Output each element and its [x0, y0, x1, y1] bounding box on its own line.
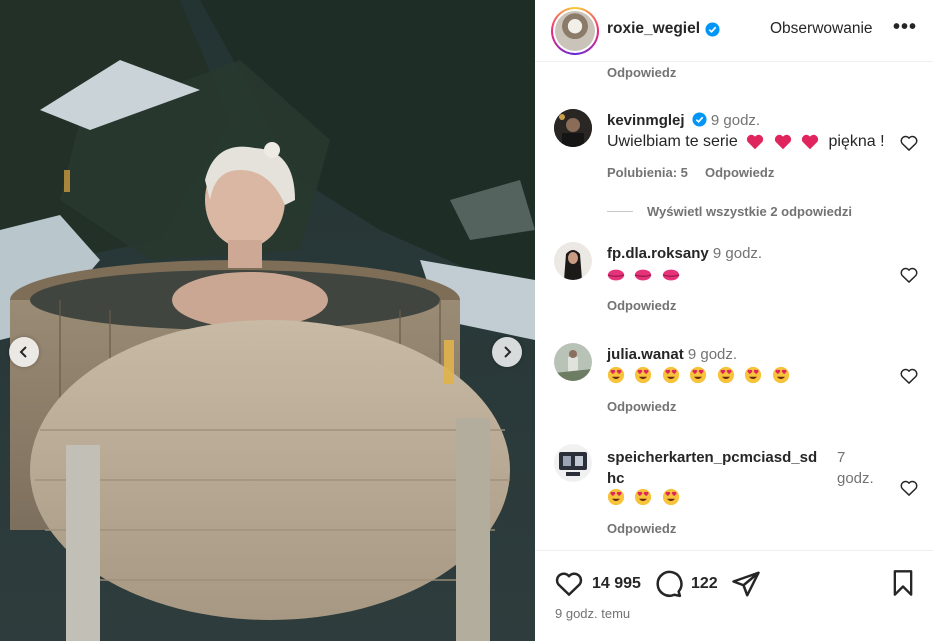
comment-time-line1: 7	[837, 449, 846, 466]
hot-tub-photo	[0, 0, 535, 641]
heart-eyes-emoji-icon	[745, 366, 762, 384]
heart-eyes-emoji-icon	[635, 366, 652, 384]
comment-text	[607, 266, 685, 284]
heart-eyes-emoji-icon	[635, 488, 652, 506]
kiss-lips-emoji-icon	[635, 269, 652, 281]
more-options-icon[interactable]: •••	[893, 17, 917, 37]
comment-time: 9 godz.	[710, 112, 761, 129]
view-replies-toggle[interactable]: Wyświetl wszystkie 2 odpowiedzi	[607, 204, 852, 219]
kiss-lips-emoji-icon	[607, 269, 625, 281]
comment-username-row: julia.wanat 9 godz.	[607, 346, 737, 363]
comment-username[interactable]: julia.wanat	[607, 346, 684, 363]
divider	[607, 211, 633, 212]
heart-eyes-emoji-icon	[662, 366, 680, 384]
comments-count: 122	[691, 575, 718, 592]
heart-outline-icon	[555, 572, 583, 596]
comment-username-line1: speicherkarten_pcmciasd_sd	[607, 449, 818, 466]
heart-emoji-icon	[774, 134, 791, 150]
post-side-panel: roxie_wegiel Obserwowanie ••• Odpowiedz …	[535, 0, 933, 641]
comment-time-line2: godz.	[837, 470, 874, 487]
chevron-left-icon	[19, 346, 27, 358]
heart-emoji-group	[746, 133, 828, 150]
post-header: roxie_wegiel Obserwowanie •••	[535, 0, 933, 62]
comment-post-control[interactable]: 122	[653, 569, 718, 599]
heart-eyes-emoji-icon	[690, 366, 707, 384]
verified-badge-icon	[705, 21, 720, 37]
heart-eyes-emoji-icon	[607, 366, 625, 384]
comment-username-row: fp.dla.roksany 9 godz.	[607, 245, 762, 262]
avatar[interactable]	[554, 343, 592, 381]
heart-emoji-icon	[747, 134, 764, 150]
comment-likes-count[interactable]: Polubienia: 5	[607, 165, 688, 180]
like-comment-heart-icon[interactable]	[899, 265, 919, 285]
comment-text-suffix: piękna !	[828, 133, 885, 151]
post-media[interactable]	[0, 0, 535, 641]
author-username[interactable]: roxie_wegiel	[607, 20, 700, 38]
comments-list[interactable]: Odpowiedz kevinmglej 9 godz. Uwielbiam t…	[535, 62, 933, 550]
instagram-post-window: roxie_wegiel Obserwowanie ••• Odpowiedz …	[0, 0, 933, 641]
comment-text	[607, 488, 685, 506]
like-post-control[interactable]: 14 995	[554, 569, 641, 599]
heart-eyes-emoji-icon	[772, 366, 789, 384]
next-slide-button[interactable]	[492, 337, 522, 367]
view-replies-label: Wyświetl wszystkie 2 odpowiedzi	[647, 204, 852, 219]
like-comment-heart-icon[interactable]	[899, 133, 919, 153]
comment-time: 7 godz.	[837, 447, 874, 489]
comment-username[interactable]: kevinmglej	[607, 112, 685, 129]
reply-link[interactable]: Odpowiedz	[607, 298, 676, 313]
heart-eyes-emoji-icon	[717, 366, 734, 384]
share-paper-plane-icon[interactable]	[731, 569, 761, 599]
kiss-lips-emoji-icon	[662, 269, 680, 281]
comment-username-line2: hc	[607, 470, 625, 487]
comment-text-body: Uwielbiam te serie	[607, 133, 738, 151]
comment-text: Uwielbiam te serie piękna !	[607, 133, 885, 151]
author-name-row: roxie_wegiel	[607, 20, 720, 38]
chevron-right-icon	[504, 346, 512, 358]
post-timestamp[interactable]: 9 godz. temu	[555, 606, 630, 621]
comment-bubble-icon	[656, 570, 683, 598]
avatar[interactable]	[554, 444, 592, 482]
like-comment-heart-icon[interactable]	[899, 366, 919, 386]
reply-link[interactable]: Odpowiedz	[607, 521, 676, 536]
comment-username-row: kevinmglej 9 godz.	[607, 112, 760, 129]
post-action-bar: 14 995 122 9 godz. temu	[535, 550, 933, 641]
like-comment-heart-icon[interactable]	[899, 478, 919, 498]
author-avatar[interactable]	[551, 7, 599, 55]
reply-link[interactable]: Odpowiedz	[705, 165, 774, 180]
heart-emoji-icon	[801, 134, 819, 150]
comment-text	[607, 366, 795, 384]
likes-count: 14 995	[592, 575, 641, 592]
comment-time: 9 godz.	[712, 245, 763, 262]
comment-time: 9 godz.	[687, 346, 738, 363]
comment-username[interactable]: speicherkarten_pcmciasd_sd hc	[607, 447, 827, 489]
avatar[interactable]	[554, 109, 592, 147]
heart-eyes-emoji-icon	[662, 488, 680, 506]
reply-link[interactable]: Odpowiedz	[607, 65, 676, 80]
avatar[interactable]	[554, 242, 592, 280]
bookmark-save-icon[interactable]	[889, 569, 917, 597]
following-button[interactable]: Obserwowanie	[770, 20, 873, 38]
previous-slide-button[interactable]	[9, 337, 39, 367]
verified-badge-icon	[692, 112, 707, 127]
comment-username[interactable]: fp.dla.roksany	[607, 245, 709, 262]
heart-eyes-emoji-icon	[607, 488, 625, 506]
reply-link[interactable]: Odpowiedz	[607, 399, 676, 414]
